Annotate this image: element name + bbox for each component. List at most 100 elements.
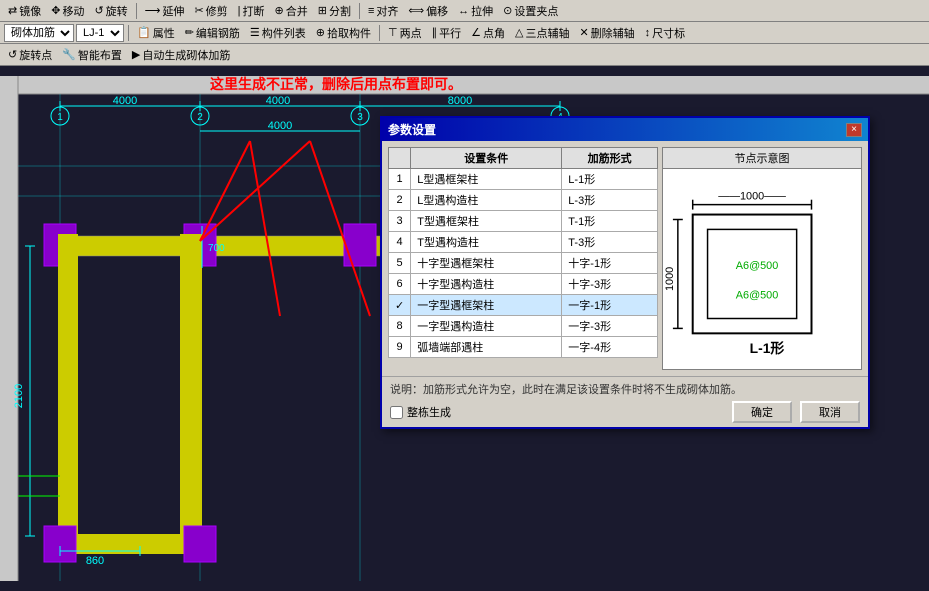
row-num: ✓ <box>389 295 411 316</box>
row-condition: 一字型遇构造柱 <box>411 316 562 337</box>
preview-svg: ——1000—— 1000 A6@500 A6@500 <box>663 169 861 369</box>
dialog-close-button[interactable]: × <box>846 123 862 137</box>
toolbar-second: 砌体加筋 LJ-1 📋 属性 ✏ 编辑钢筋 ☰ 构件列表 ⊕ 拾取构件 ⊤ 两点… <box>0 22 929 44</box>
row-form: 一字-3形 <box>562 316 658 337</box>
preview-section: 节点示意图 ——1000—— 1000 <box>662 147 862 370</box>
svg-text:860: 860 <box>86 555 104 567</box>
btn-del-aux[interactable]: ✕ 删除辅轴 <box>575 24 638 42</box>
btn-three-points[interactable]: △ 三点辅轴 <box>511 24 573 42</box>
svg-text:A6@500: A6@500 <box>736 290 779 302</box>
row-form: 十字-1形 <box>562 253 658 274</box>
svg-text:1: 1 <box>57 112 63 123</box>
table-row[interactable]: 2 L型遇构造柱 L-3形 <box>389 190 658 211</box>
row-condition: 一字型遇框架柱 <box>411 295 562 316</box>
ok-button[interactable]: 确定 <box>732 401 792 423</box>
table-row[interactable]: 9 弧墙端部遇柱 一字-4形 <box>389 337 658 358</box>
svg-text:700: 700 <box>208 243 225 254</box>
row-condition: L型遇框架柱 <box>411 169 562 190</box>
row-form: 十字-3形 <box>562 274 658 295</box>
svg-text:4000: 4000 <box>113 95 137 107</box>
row-form: L-3形 <box>562 190 658 211</box>
btn-auto-gen[interactable]: ▶ 自动生成砌体加筋 <box>128 46 234 64</box>
toolbar-btn-move[interactable]: ✥ 移动 <box>47 2 88 20</box>
type-combo[interactable]: 砌体加筋 <box>4 24 74 42</box>
row-condition: 十字型遇构造柱 <box>411 274 562 295</box>
col-form-header: 加筋形式 <box>562 148 658 169</box>
row-num: 1 <box>389 169 411 190</box>
toolbar-btn-break[interactable]: | 打断 <box>234 2 269 20</box>
table-row[interactable]: 6 十字型遇构造柱 十字-3形 <box>389 274 658 295</box>
table-section: 设置条件 加筋形式 1 L型遇框架柱 L-1形 2 L型遇构造柱 L-3形 3 … <box>388 147 658 370</box>
svg-text:8000: 8000 <box>448 95 472 107</box>
btn-edit-rebar[interactable]: ✏ 编辑钢筋 <box>181 24 244 42</box>
toolbar-btn-align[interactable]: ≡ 对齐 <box>364 2 402 20</box>
dialog-content: 设置条件 加筋形式 1 L型遇框架柱 L-1形 2 L型遇构造柱 L-3形 3 … <box>382 141 868 376</box>
col-num-header <box>389 148 411 169</box>
svg-text:L-1形: L-1形 <box>750 340 785 356</box>
dialog-titlebar: 参数设置 × <box>382 118 868 141</box>
id-combo[interactable]: LJ-1 <box>76 24 124 42</box>
toolbar-btn-setpoint[interactable]: ⊙ 设置夹点 <box>499 2 562 20</box>
table-row[interactable]: 5 十字型遇框架柱 十字-1形 <box>389 253 658 274</box>
btn-member-list[interactable]: ☰ 构件列表 <box>246 24 310 42</box>
preview-canvas: ——1000—— 1000 A6@500 A6@500 <box>663 169 861 369</box>
checkbox-text: 整栋生成 <box>407 404 451 420</box>
toolbar-btn-stretch[interactable]: ↔ 拉伸 <box>454 2 497 20</box>
cancel-button[interactable]: 取消 <box>800 401 860 423</box>
col-condition-header: 设置条件 <box>411 148 562 169</box>
row-form: L-1形 <box>562 169 658 190</box>
row-condition: 十字型遇框架柱 <box>411 253 562 274</box>
btn-rotate-point[interactable]: ↺ 旋转点 <box>4 46 56 64</box>
table-row[interactable]: 8 一字型遇构造柱 一字-3形 <box>389 316 658 337</box>
row-num: 6 <box>389 274 411 295</box>
row-condition: L型遇构造柱 <box>411 190 562 211</box>
table-row[interactable]: 4 T型遇构造柱 T-3形 <box>389 232 658 253</box>
toolbar-btn-join[interactable]: ⊕ 合并 <box>271 2 312 20</box>
svg-text:2: 2 <box>197 112 203 123</box>
table-row[interactable]: ✓ 一字型遇框架柱 一字-1形 <box>389 295 658 316</box>
row-num: 4 <box>389 232 411 253</box>
row-num: 9 <box>389 337 411 358</box>
table-row[interactable]: 3 T型遇框架柱 T-1形 <box>389 211 658 232</box>
conditions-table: 设置条件 加筋形式 1 L型遇框架柱 L-1形 2 L型遇构造柱 L-3形 3 … <box>388 147 658 358</box>
preview-title: 节点示意图 <box>663 148 861 169</box>
toolbar-third: ↺ 旋转点 🔧 智能布置 ▶ 自动生成砌体加筋 <box>0 44 929 66</box>
toolbar-btn-extend[interactable]: ⟶ 延伸 <box>141 2 189 20</box>
table-row[interactable]: 1 L型遇框架柱 L-1形 <box>389 169 658 190</box>
btn-point-angle[interactable]: ∠ 点角 <box>467 24 509 42</box>
toolbar-btn-rotate[interactable]: ↺ 旋转 <box>90 2 131 20</box>
row-num: 2 <box>389 190 411 211</box>
row-form: T-1形 <box>562 211 658 232</box>
row-num: 3 <box>389 211 411 232</box>
whole-building-checkbox[interactable] <box>390 406 403 419</box>
svg-text:4000: 4000 <box>268 120 292 132</box>
btn-smart-layout[interactable]: 🔧 智能布置 <box>58 46 126 64</box>
checkbox-label[interactable]: 整栋生成 <box>390 404 451 420</box>
row-condition: 弧墙端部遇柱 <box>411 337 562 358</box>
svg-text:3: 3 <box>357 112 363 123</box>
dialog-bottom: 说明：加筋形式允许为空，此时在满足该设置条件时将不生成砌体加筋。 整栋生成 确定… <box>382 376 868 427</box>
row-condition: T型遇框架柱 <box>411 211 562 232</box>
toolbar-btn-mirror[interactable]: ⇄ 镜像 <box>4 2 45 20</box>
dialog-note: 说明：加筋形式允许为空，此时在满足该设置条件时将不生成砌体加筋。 <box>390 381 860 397</box>
svg-text:——1000——: ——1000—— <box>718 191 786 203</box>
toolbar-top: ⇄ 镜像 ✥ 移动 ↺ 旋转 ⟶ 延伸 ✂ 修剪 | 打断 ⊕ 合并 ⊞ 分割 … <box>0 0 929 22</box>
row-num: 5 <box>389 253 411 274</box>
btn-property[interactable]: 📋 属性 <box>133 24 179 42</box>
toolbar-btn-trim[interactable]: ✂ 修剪 <box>190 2 231 20</box>
toolbar-btn-split[interactable]: ⊞ 分割 <box>314 2 355 20</box>
row-form: T-3形 <box>562 232 658 253</box>
row-form: 一字-1形 <box>562 295 658 316</box>
btn-pick-member[interactable]: ⊕ 拾取构件 <box>312 24 375 42</box>
dialog-footer: 整栋生成 确定 取消 <box>390 401 860 423</box>
row-condition: T型遇构造柱 <box>411 232 562 253</box>
svg-text:2100: 2100 <box>13 384 25 408</box>
dialog-buttons: 确定 取消 <box>732 401 860 423</box>
btn-dimension[interactable]: ↕ 尺寸标 <box>641 24 690 42</box>
btn-two-points[interactable]: ⊤ 两点 <box>384 24 426 42</box>
toolbar-btn-offset[interactable]: ⟺ 偏移 <box>404 2 452 20</box>
annotation-text: 这里生成不正常，删除后用点布置即可。 <box>210 74 462 94</box>
dialog-title: 参数设置 <box>388 121 436 138</box>
btn-parallel[interactable]: ∥ 平行 <box>428 24 466 42</box>
svg-text:4000: 4000 <box>266 95 290 107</box>
